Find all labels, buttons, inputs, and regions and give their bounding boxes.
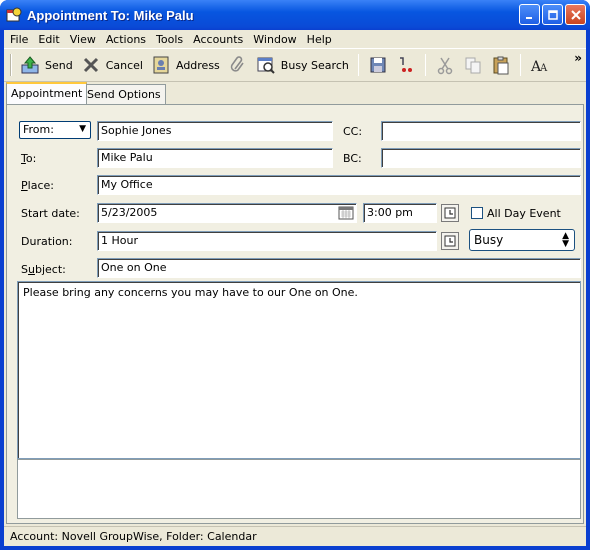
font-button[interactable]: A A — [526, 53, 554, 77]
toolbar-overflow-chevron[interactable]: » — [574, 51, 582, 65]
start-time-field[interactable]: 3:00 pm — [363, 203, 437, 223]
place-label-mnemonic: P — [21, 179, 28, 192]
save-disk-icon — [370, 57, 386, 73]
attach-button[interactable] — [224, 53, 252, 77]
cancel-label: Cancel — [105, 58, 143, 72]
place-label: Place: — [21, 179, 54, 192]
from-button-label: From: — [23, 123, 54, 136]
paperclip-icon — [230, 56, 244, 72]
cc-label: CC: — [343, 125, 363, 138]
calendar-picker-button[interactable] — [338, 205, 354, 221]
address-book-icon — [153, 56, 169, 74]
font-icon: A A — [530, 59, 548, 75]
copy-button[interactable] — [459, 53, 487, 77]
menu-accounts[interactable]: Accounts — [189, 33, 249, 46]
duration-picker-button[interactable] — [441, 232, 459, 250]
place-field[interactable]: My Office — [97, 175, 581, 195]
clock-icon — [444, 207, 456, 219]
spell-check-button[interactable] — [392, 53, 420, 77]
subject-field[interactable]: One on One — [97, 258, 581, 278]
message-body[interactable]: Please bring any concerns you may have t… — [17, 281, 581, 459]
cut-button[interactable] — [431, 53, 459, 77]
busy-search-button[interactable]: Busy Search — [252, 53, 353, 77]
status-bar: Account: Novell GroupWise, Folder: Calen… — [4, 526, 586, 546]
calendar-icon — [338, 206, 354, 220]
cancel-icon — [83, 57, 98, 73]
groupwise-app-icon — [6, 7, 22, 23]
start-date-label: Start date: — [21, 207, 80, 220]
spell-check-icon — [399, 57, 412, 72]
duration-field[interactable]: 1 Hour — [97, 231, 437, 251]
minimize-icon — [525, 16, 532, 19]
menu-tools[interactable]: Tools — [152, 33, 189, 46]
tab-send-options[interactable]: Send Options — [82, 84, 166, 104]
menu-view[interactable]: View — [66, 33, 102, 46]
svg-text:A: A — [539, 63, 548, 74]
menu-file[interactable]: File — [6, 33, 34, 46]
all-day-event-checkbox[interactable] — [471, 207, 483, 219]
to-label: To: — [21, 152, 37, 165]
menu-edit[interactable]: Edit — [34, 33, 65, 46]
busy-search-label: Busy Search — [280, 58, 349, 72]
window-title: Appointment To: Mike Palu — [27, 7, 194, 23]
start-time-picker-button[interactable] — [441, 204, 459, 222]
updown-arrows-icon: ▲ ▼ — [562, 231, 569, 249]
save-button[interactable] — [364, 53, 392, 77]
address-button[interactable]: Address — [147, 53, 224, 77]
bc-field[interactable] — [381, 148, 581, 168]
clipboard-paste-icon — [493, 56, 509, 75]
scissors-icon — [437, 57, 453, 75]
from-dropdown-button[interactable]: From: ▼ — [19, 121, 91, 139]
subject-label-mnemonic: u — [27, 263, 35, 276]
menu-actions[interactable]: Actions — [102, 33, 152, 46]
cc-field[interactable] — [381, 121, 581, 141]
tab-appointment[interactable]: Appointment — [6, 82, 88, 104]
clock-icon — [444, 235, 456, 247]
tab-strip: Appointment Send Options — [4, 82, 586, 104]
window-client: File Edit View Actions Tools Accounts Wi… — [4, 30, 586, 546]
to-label-mnemonic: T — [21, 152, 26, 165]
to-field[interactable]: Mike Palu — [97, 148, 333, 168]
paste-button[interactable] — [487, 53, 515, 77]
bc-label: BC: — [343, 152, 362, 165]
maximize-icon — [547, 9, 558, 20]
subject-label: Subject: — [21, 263, 66, 276]
menu-bar: File Edit View Actions Tools Accounts Wi… — [4, 30, 586, 48]
send-label: Send — [45, 58, 73, 72]
title-bar[interactable]: Appointment To: Mike Palu — [0, 0, 590, 30]
maximize-button[interactable] — [542, 4, 563, 25]
close-icon — [570, 9, 581, 20]
send-button[interactable]: Send — [16, 53, 77, 77]
menu-window[interactable]: Window — [249, 33, 302, 46]
send-icon — [21, 56, 39, 74]
appointment-panel: From: ▼ Sophie Jones CC: To: Mike Palu B… — [6, 104, 584, 524]
address-label: Address — [175, 58, 220, 72]
appointment-window: Appointment To: Mike Palu File Edit View… — [0, 0, 590, 550]
minimize-button[interactable] — [519, 4, 540, 25]
from-field[interactable]: Sophie Jones — [97, 121, 333, 141]
all-day-event-label: All Day Event — [487, 207, 561, 220]
close-button[interactable] — [565, 4, 586, 25]
chevron-down-icon: ▼ — [79, 124, 86, 134]
copy-icon — [465, 57, 481, 74]
attachment-area[interactable] — [17, 459, 581, 519]
toolbar: Send Cancel Address Busy Search A A » — [4, 48, 586, 82]
start-date-field[interactable]: 5/23/2005 — [97, 203, 357, 223]
show-as-select[interactable]: Busy ▲ ▼ — [469, 229, 575, 251]
cancel-button[interactable]: Cancel — [77, 53, 147, 77]
duration-label: Duration: — [21, 235, 73, 248]
show-as-value: Busy — [474, 233, 504, 247]
menu-help[interactable]: Help — [303, 33, 338, 46]
busy-search-icon — [257, 57, 275, 74]
